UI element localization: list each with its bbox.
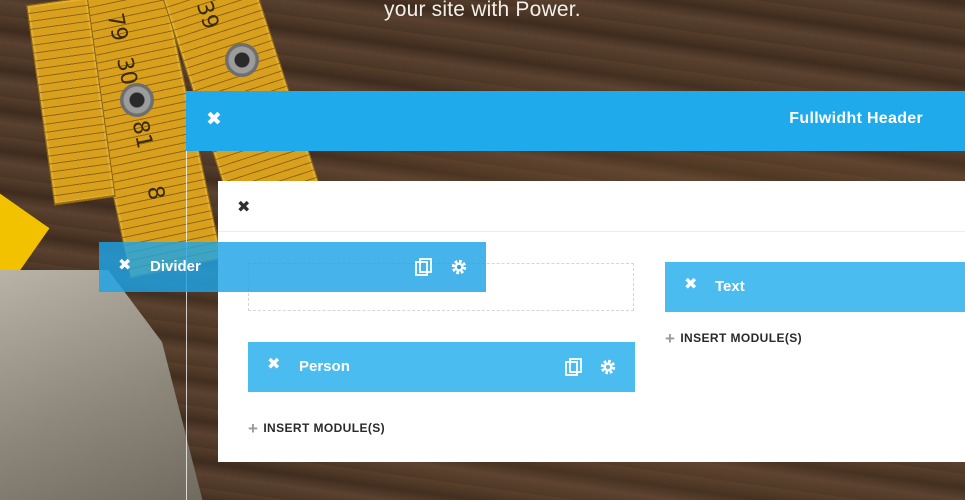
fullwidth-header-section[interactable]: ✖ Fullwidht Header	[186, 91, 965, 151]
gear-icon[interactable]	[449, 257, 469, 277]
axe-head	[0, 270, 205, 500]
ruler-rivet	[120, 83, 154, 117]
hero-tagline: your site with Power.	[384, 0, 581, 21]
plus-icon: +	[248, 419, 259, 438]
module-label: Person	[299, 358, 350, 375]
close-icon[interactable]: ✖	[237, 197, 250, 217]
gear-icon[interactable]	[598, 357, 618, 377]
row-divider	[218, 231, 965, 232]
close-icon[interactable]: ✖	[118, 258, 131, 274]
ruler-rivet	[225, 43, 259, 77]
module-label: Divider	[150, 258, 201, 275]
close-icon[interactable]: ✖	[684, 277, 697, 293]
section-guide-line	[186, 150, 187, 500]
insert-module-label: INSERT MODULE(S)	[680, 331, 803, 345]
insert-module-label: INSERT MODULE(S)	[263, 421, 386, 435]
insert-module-button[interactable]: + INSERT MODULE(S)	[248, 419, 385, 439]
insert-module-button[interactable]: + INSERT MODULE(S)	[665, 329, 802, 349]
module-label: Text	[715, 278, 745, 295]
module-divider-dragging[interactable]: ✖ Divider	[99, 242, 486, 292]
section-title: Fullwidht Header	[789, 110, 923, 127]
plus-icon: +	[665, 329, 676, 348]
module-person[interactable]: ✖ Person	[248, 342, 635, 392]
close-icon[interactable]: ✖	[267, 357, 280, 373]
copy-icon[interactable]	[414, 257, 434, 277]
module-text[interactable]: ✖ Text	[665, 262, 965, 312]
row-panel: ✖ ✖ Person + INSERT MODULE(S) ✖ Text + INS…	[218, 181, 965, 462]
copy-icon[interactable]	[564, 357, 584, 377]
close-icon[interactable]: ✖	[206, 110, 222, 129]
